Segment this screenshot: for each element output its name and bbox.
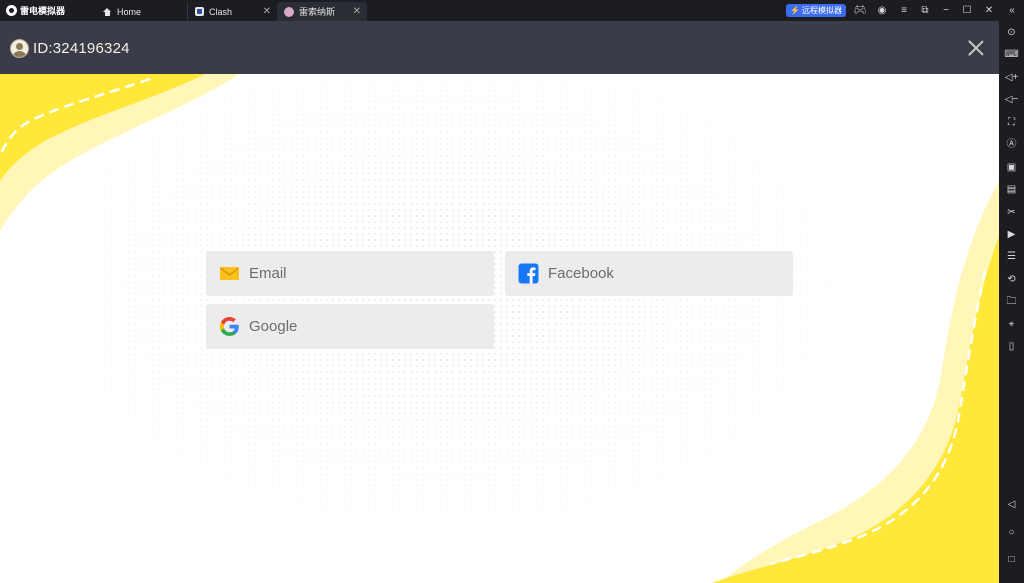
facebook-login-label: Facebook — [548, 265, 614, 282]
volume-up-icon[interactable]: ◁+ — [1004, 70, 1019, 85]
close-tab-clash-icon[interactable]: ✕ — [263, 6, 271, 17]
fullscreen-icon[interactable]: ⛶ — [1004, 115, 1019, 130]
home-nav-icon[interactable]: ○ — [1004, 525, 1019, 540]
notes-icon[interactable]: ☰ — [1004, 249, 1019, 264]
tab-home[interactable]: Home — [96, 2, 186, 21]
emulator-sidebar: ⊙ ⌨ ◁+ ◁− ⛶ Ⓐ ▣ ▤ ✂ ▶ ☰ ⟲ 🗀 ⌖ ▯ ◁ ○ □ — [999, 21, 1024, 583]
keyboard-icon[interactable]: ⌨ — [1004, 47, 1019, 62]
fps-icon[interactable]: ▤ — [1004, 182, 1019, 197]
close-icon[interactable] — [967, 39, 985, 57]
google-login-label: Google — [249, 318, 298, 335]
remote-emulator-label: 远程模拟器 — [801, 6, 842, 15]
tab-game-label: 雷索纳斯 — [299, 7, 336, 17]
google-icon — [219, 317, 239, 336]
screenshot-icon[interactable]: ✂ — [1004, 205, 1019, 220]
title-bar: 雷电模拟器 Home Clash ✕ 雷索纳斯 ✕ ⚡ 远程模拟器 🎮︎ ◉ ≡… — [0, 0, 1024, 21]
background-decoration — [0, 21, 999, 583]
tab-clash[interactable]: Clash ✕ — [187, 2, 277, 21]
user-id: ID:324196324 — [33, 40, 130, 57]
account-icon[interactable]: ◉ — [875, 4, 889, 17]
home-icon — [103, 7, 112, 16]
volume-down-icon[interactable]: ◁− — [1004, 92, 1019, 107]
email-login-button[interactable]: Email — [206, 251, 494, 296]
emulator-window: 雷电模拟器 Home Clash ✕ 雷索纳斯 ✕ ⚡ 远程模拟器 🎮︎ ◉ ≡… — [0, 0, 1024, 583]
account-header: ID:324196324 — [0, 21, 999, 74]
brand: 雷电模拟器 — [6, 4, 65, 17]
gamepad-icon[interactable]: 🎮︎ — [853, 4, 867, 17]
back-icon[interactable]: ◁ — [1004, 497, 1019, 512]
ldplayer-logo-icon — [6, 5, 17, 16]
minimize-icon[interactable]: − — [939, 4, 953, 17]
tab-clash-label: Clash — [209, 6, 233, 17]
lightning-icon: ⚡ — [790, 6, 800, 15]
folder-icon[interactable]: 🗀 — [1004, 294, 1019, 309]
location-icon[interactable]: ⌖ — [1004, 317, 1019, 332]
close-window-icon[interactable]: ✕ — [982, 4, 996, 17]
collapse-sidebar-icon[interactable]: « — [1005, 4, 1019, 17]
avatar-icon[interactable] — [10, 39, 29, 58]
recent-apps-icon[interactable]: □ — [1004, 552, 1019, 567]
screen-record-icon[interactable]: ▣ — [1004, 160, 1019, 175]
facebook-login-button[interactable]: Facebook — [505, 251, 793, 296]
operation-record-icon[interactable]: Ⓐ — [1004, 137, 1019, 152]
video-icon[interactable]: ▶ — [1004, 227, 1019, 242]
envelope-icon — [220, 267, 239, 280]
shake-icon[interactable]: ▯ — [1004, 339, 1019, 354]
game-icon — [284, 6, 294, 17]
facebook-icon — [518, 263, 539, 284]
close-tab-game-icon[interactable]: ✕ — [353, 6, 361, 17]
maximize-icon[interactable]: ☐ — [960, 4, 974, 17]
google-login-button[interactable]: Google — [206, 304, 494, 349]
brand-name: 雷电模拟器 — [20, 6, 66, 16]
game-screen: ID:324196324 Email Facebook Google — [0, 21, 999, 583]
clash-icon — [195, 7, 204, 16]
email-login-label: Email — [249, 265, 287, 282]
menu-icon[interactable]: ≡ — [897, 4, 911, 17]
rotate-icon[interactable]: ⟲ — [1004, 272, 1019, 287]
tab-game[interactable]: 雷索纳斯 ✕ — [277, 2, 367, 21]
settings-icon[interactable]: ⊙ — [1004, 25, 1019, 40]
remote-emulator-button[interactable]: ⚡ 远程模拟器 — [786, 4, 846, 17]
tab-home-label: Home — [117, 6, 142, 17]
restore-window-icon[interactable]: ⧉ — [918, 4, 932, 17]
